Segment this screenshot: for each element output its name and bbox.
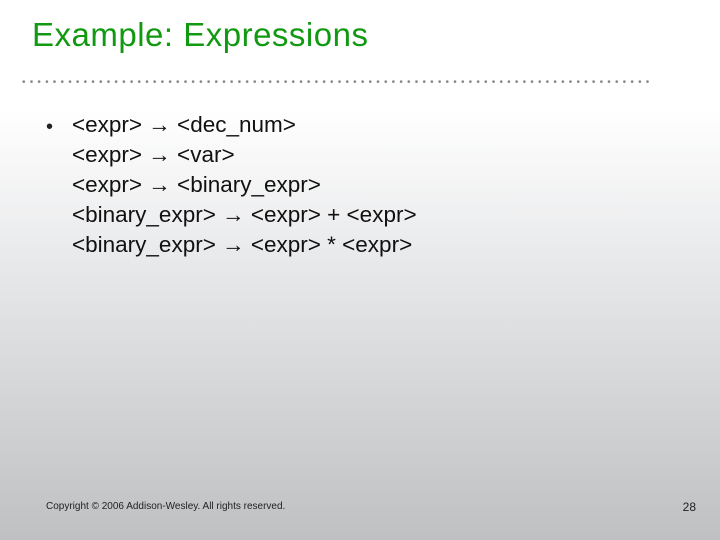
grammar-line: <expr> → <binary_expr> [72,170,417,200]
slide: Example: Expressions •••••••••••••••••••… [0,0,720,540]
divider-dots: ••••••••••••••••••••••••••••••••••••••••… [22,77,698,83]
grammar-line: <binary_expr> → <expr> + <expr> [72,200,417,230]
grammar-line: <expr> → <var> [72,140,417,170]
bullet-marker: • [46,110,72,142]
grammar-lines: <expr> → <dec_num> <expr> → <var> <expr>… [72,110,417,260]
bullet-item: • <expr> → <dec_num> <expr> → <var> <exp… [46,110,666,260]
slide-body: • <expr> → <dec_num> <expr> → <var> <exp… [46,110,666,260]
slide-title: Example: Expressions [32,16,368,54]
grammar-line: <binary_expr> → <expr> * <expr> [72,230,417,260]
grammar-line: <expr> → <dec_num> [72,110,417,140]
page-number: 28 [683,500,696,514]
copyright-text: Copyright © 2006 Addison-Wesley. All rig… [46,501,285,512]
